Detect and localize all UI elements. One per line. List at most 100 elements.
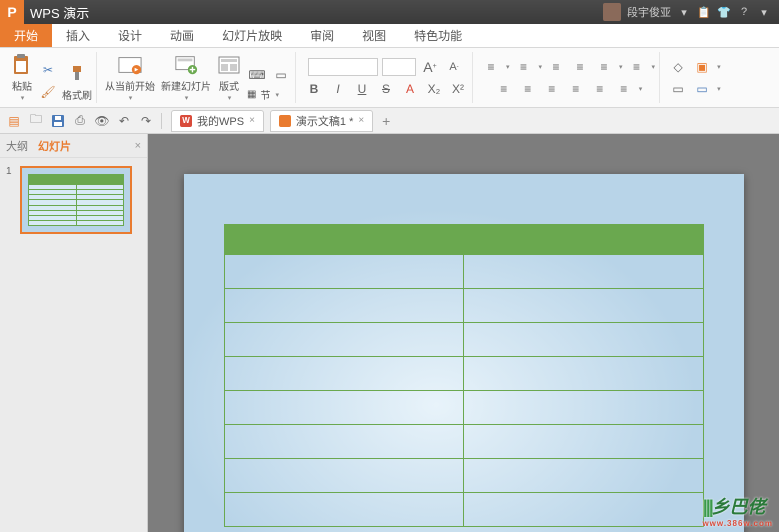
table-row[interactable] [224,357,703,391]
bold-button[interactable]: B [304,79,324,99]
increase-indent-button[interactable]: ≡ [570,57,590,77]
format-brush-button[interactable]: 格式刷 [62,62,92,102]
tab-view[interactable]: 视图 [348,24,400,47]
tab-animation[interactable]: 动画 [156,24,208,47]
help-icon[interactable]: ? [737,5,751,19]
table-cell[interactable] [224,459,464,493]
underline-button[interactable]: U [352,79,372,99]
shape-outline-button[interactable]: ▭ [692,79,712,99]
redo-button[interactable]: ↷ [136,111,156,131]
tab-features[interactable]: 特色功能 [400,24,476,47]
grow-font-button[interactable]: A+ [420,57,440,77]
doctab-mywps[interactable]: W 我的WPS × [171,110,264,132]
table-cell[interactable] [464,289,704,323]
skin-icon[interactable]: 👕 [717,5,731,19]
table-row[interactable] [224,425,703,459]
table-cell[interactable] [464,255,704,289]
add-tab-button[interactable]: + [375,113,397,129]
textbox-icon[interactable]: ⌨ [247,65,267,85]
chevron-down-icon: ▾ [539,63,543,71]
align-left-button[interactable]: ≡ [494,79,514,99]
strikethrough-button[interactable]: S [376,79,396,99]
table-cell[interactable] [224,357,464,391]
table-cell[interactable] [224,391,464,425]
table-row[interactable] [224,493,703,527]
decrease-indent-button[interactable]: ≡ [546,57,566,77]
table-cell[interactable] [464,323,704,357]
font-size-select[interactable] [382,58,416,76]
table-cell[interactable] [224,425,464,459]
shape-diamond-icon[interactable]: ◇ [668,57,688,77]
shape-rect-icon[interactable]: ▭ [668,79,688,99]
section-button[interactable]: ▦ 节▾ [247,87,291,102]
table-cell[interactable] [224,289,464,323]
layout-button[interactable]: 版式▾ [217,53,241,102]
table-cell[interactable] [224,493,464,527]
table-row[interactable] [224,225,703,255]
print-button[interactable]: ⎙ [70,111,90,131]
tab-outline[interactable]: 大纲 [6,138,28,154]
open-button[interactable]: 🗀 [26,111,46,131]
bullets-button[interactable]: ≡ [481,57,501,77]
table-row[interactable] [224,289,703,323]
table-cell[interactable] [464,425,704,459]
save-button[interactable] [48,111,68,131]
cut-button[interactable]: ✂ [38,60,58,80]
avatar[interactable] [603,3,621,21]
table-cell[interactable] [464,225,704,255]
line-spacing-button[interactable]: ≡ [594,57,614,77]
table-row[interactable] [224,323,703,357]
paste-icon [10,53,34,77]
more-dropdown-icon[interactable]: ▾ [757,5,771,19]
align-justify-button[interactable]: ≡ [566,79,586,99]
align-distribute-button[interactable]: ≡ [590,79,610,99]
shape-fill-button[interactable]: ▣ [692,57,712,77]
tab-design[interactable]: 设计 [104,24,156,47]
table-cell[interactable] [464,391,704,425]
columns-button[interactable]: ≡ [614,79,634,99]
align-right-button[interactable]: ≡ [542,79,562,99]
table-cell[interactable] [464,493,704,527]
italic-button[interactable]: I [328,79,348,99]
shape-rect-icon[interactable]: ▭ [271,65,291,85]
close-icon[interactable]: × [358,115,364,126]
new-slide-button[interactable]: 新建幻灯片▾ [161,53,211,102]
table-cell[interactable] [464,459,704,493]
slide-table[interactable] [224,224,704,527]
tab-start[interactable]: 开始 [0,24,52,47]
format-painter-icon[interactable]: 🖌 [38,82,58,102]
tab-slides[interactable]: 幻灯片 [38,138,71,154]
numbering-button[interactable]: ≡ [514,57,534,77]
text-direction-button[interactable]: ≡ [627,57,647,77]
tab-slideshow[interactable]: 幻灯片放映 [208,24,296,47]
table-cell[interactable] [224,225,464,255]
from-current-button[interactable]: 从当前开始▾ [105,53,155,102]
table-row[interactable] [224,391,703,425]
thumbnail-item[interactable]: 1 [6,166,141,234]
table-row[interactable] [224,459,703,493]
notes-icon[interactable]: 📋 [697,5,711,19]
close-icon[interactable]: × [135,140,141,152]
table-cell[interactable] [224,255,464,289]
subscript-button[interactable]: X₂ [424,79,444,99]
font-name-select[interactable] [308,58,378,76]
tab-insert[interactable]: 插入 [52,24,104,47]
undo-button[interactable]: ↶ [114,111,134,131]
tab-review[interactable]: 审阅 [296,24,348,47]
table-cell[interactable] [464,357,704,391]
menu-button[interactable]: ▤ [4,111,24,131]
canvas-area[interactable] [148,134,779,532]
table-cell[interactable] [224,323,464,357]
print-preview-button[interactable]: 👁 [92,111,112,131]
doctab-presentation[interactable]: 演示文稿1 * × [270,110,373,132]
user-dropdown-icon[interactable]: ▾ [677,5,691,19]
superscript-button[interactable]: X² [448,79,468,99]
align-center-button[interactable]: ≡ [518,79,538,99]
shrink-font-button[interactable]: A- [444,57,464,77]
close-icon[interactable]: × [249,115,255,126]
username[interactable]: 段宇俊亚 [627,4,671,20]
table-row[interactable] [224,255,703,289]
font-color-button[interactable]: A [400,79,420,99]
slide[interactable] [184,174,744,532]
paste-button[interactable]: 粘贴▾ [10,53,34,102]
